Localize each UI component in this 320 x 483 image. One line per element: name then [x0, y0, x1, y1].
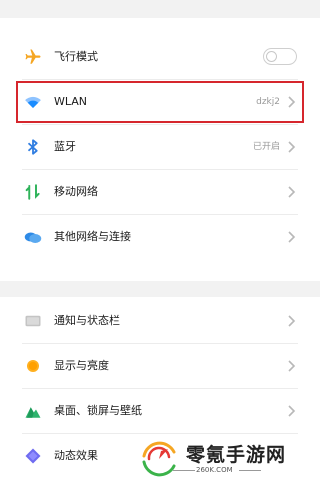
chevron-right-icon	[288, 315, 296, 327]
brightness-icon	[27, 360, 39, 372]
chevron-right-icon	[288, 231, 296, 243]
cloud-icon	[24, 232, 42, 243]
top-strip	[0, 0, 320, 18]
toggle-knob	[266, 50, 277, 62]
divider	[239, 470, 261, 471]
settings-item-mobile-network[interactable]: 移动网络	[0, 170, 320, 214]
airplane-icon	[25, 49, 41, 64]
chevron-right-icon	[288, 360, 296, 372]
settings-item-display-brightness[interactable]: 显示与亮度	[0, 344, 320, 388]
settings-item-wallpaper[interactable]: 桌面、锁屏与壁纸	[0, 389, 320, 433]
divider	[173, 470, 195, 471]
highlight-box	[16, 81, 304, 123]
wallpaper-icon	[25, 407, 41, 418]
settings-group-network: 飞行模式 WLAN dzkj2 蓝牙 已开启 移动网络 其他网络与连接	[0, 18, 320, 281]
bluetooth-icon	[27, 139, 38, 155]
settings-item-label: 飞行模式	[54, 50, 98, 63]
mobile-data-icon	[25, 184, 40, 200]
motion-effects-icon	[25, 448, 41, 464]
settings-item-label: 移动网络	[54, 185, 98, 198]
airplane-mode-toggle[interactable]	[263, 48, 297, 65]
watermark-subtitle: 260K.COM	[196, 466, 233, 474]
watermark-logo-icon	[142, 441, 176, 477]
watermark-title: 零氪手游网	[186, 444, 287, 466]
settings-item-airplane-mode[interactable]: 飞行模式	[0, 35, 320, 79]
settings-item-other-networks[interactable]: 其他网络与连接	[0, 215, 320, 259]
settings-item-label: 动态效果	[54, 449, 98, 462]
chevron-right-icon	[288, 141, 296, 153]
chevron-right-icon	[288, 405, 296, 417]
bluetooth-status: 已开启	[252, 142, 280, 152]
settings-item-bluetooth[interactable]: 蓝牙 已开启	[0, 125, 320, 169]
chevron-right-icon	[288, 186, 296, 198]
settings-item-label: 桌面、锁屏与壁纸	[54, 404, 142, 417]
watermark: 零氪手游网 260K.COM	[136, 436, 320, 483]
settings-item-label: 显示与亮度	[54, 359, 109, 372]
settings-item-label: 蓝牙	[54, 140, 76, 153]
settings-item-label: 其他网络与连接	[54, 230, 131, 243]
notification-icon	[25, 315, 41, 327]
settings-item-notifications[interactable]: 通知与状态栏	[0, 299, 320, 343]
settings-item-label: 通知与状态栏	[54, 314, 120, 327]
